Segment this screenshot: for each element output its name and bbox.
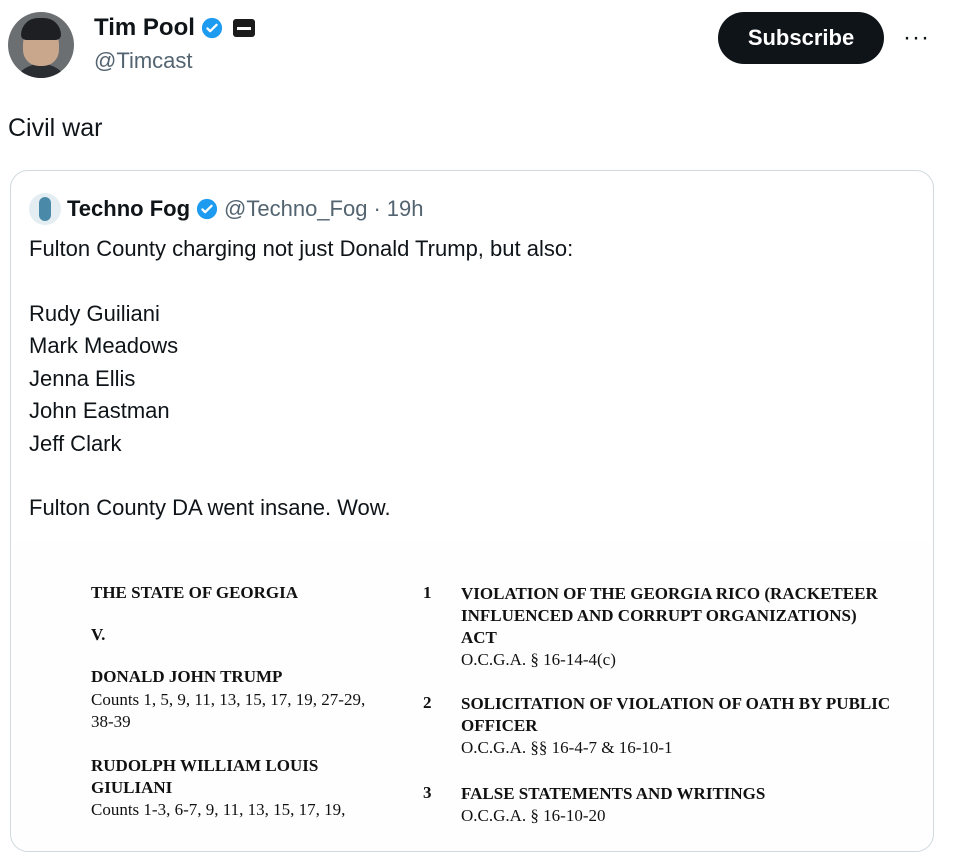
verified-badge-icon: [201, 17, 222, 39]
quoted-tweet-header: Techno Fog @Techno_Fog · 19h: [29, 193, 424, 225]
quoted-line: John Eastman: [29, 398, 170, 423]
verified-badge-icon: [196, 198, 218, 220]
document-defendant-2-counts: Counts 1-3, 6-7, 9, 11, 13, 15, 17, 19,: [91, 800, 346, 819]
quoted-line: Rudy Guiliani: [29, 300, 160, 326]
document-versus: V.: [91, 625, 106, 644]
tweet-text: Civil war: [8, 114, 103, 142]
avatar-body-shape: [12, 64, 70, 78]
document-defendant-1: DONALD JOHN TRUMP: [91, 667, 283, 686]
quoted-author-name[interactable]: Techno Fog: [67, 196, 190, 222]
subscribe-button[interactable]: Subscribe: [718, 12, 884, 64]
quoted-author-handle[interactable]: @Techno_Fog: [224, 196, 367, 222]
count-number: 2: [423, 693, 432, 712]
count-code: O.C.G.A. § 16-10-20: [461, 806, 606, 825]
document-defendant-2: RUDOLPH WILLIAM LOUIS GIULIANI: [91, 756, 319, 797]
quoted-timestamp[interactable]: 19h: [387, 196, 424, 222]
count-code: O.C.G.A. § 16-14-4(c): [461, 650, 616, 669]
author-name[interactable]: Tim Pool: [94, 14, 195, 42]
indictment-document-image[interactable]: THE STATE OF GEORGIA V. DONALD JOHN TRUM…: [13, 541, 931, 851]
separator-dot: ·: [373, 196, 381, 221]
author-avatar[interactable]: [8, 12, 74, 78]
quoted-author-avatar[interactable]: [29, 193, 61, 225]
count-code: O.C.G.A. §§ 16-4-7 & 16-10-1: [461, 738, 673, 757]
count-number: 1: [423, 583, 432, 602]
count-title: SOLICITATION OF VIOLATION OF OATH BY PUB…: [461, 694, 891, 735]
quoted-line: Jenna Ellis: [29, 365, 136, 391]
count-number: 3: [423, 783, 432, 802]
document-defendant-1-counts: Counts 1, 5, 9, 11, 13, 15, 17, 19, 27-2…: [91, 690, 366, 731]
quoted-tweet[interactable]: Techno Fog @Techno_Fog · 19h Fulton Coun…: [10, 170, 934, 852]
count-title: FALSE STATEMENTS AND WRITINGS: [461, 784, 766, 803]
affiliation-badge-icon[interactable]: [232, 19, 255, 37]
author-name-row: Tim Pool: [94, 14, 255, 42]
quoted-line: Fulton County DA went insane. Wow.: [29, 495, 391, 520]
quoted-line: Jeff Clark: [29, 430, 122, 456]
quoted-line: Mark Meadows: [29, 333, 179, 358]
quoted-line: Fulton County charging not just Donald T…: [29, 236, 574, 261]
author-handle[interactable]: @Timcast: [94, 48, 193, 74]
count-title: VIOLATION OF THE GEORGIA RICO (RACKETEER…: [461, 584, 878, 647]
more-options-icon[interactable]: ···: [903, 24, 930, 52]
avatar-beanie-shape: [21, 18, 61, 40]
document-state: THE STATE OF GEORGIA: [91, 583, 299, 602]
quoted-tweet-text: Fulton County charging not just Donald T…: [29, 233, 573, 525]
